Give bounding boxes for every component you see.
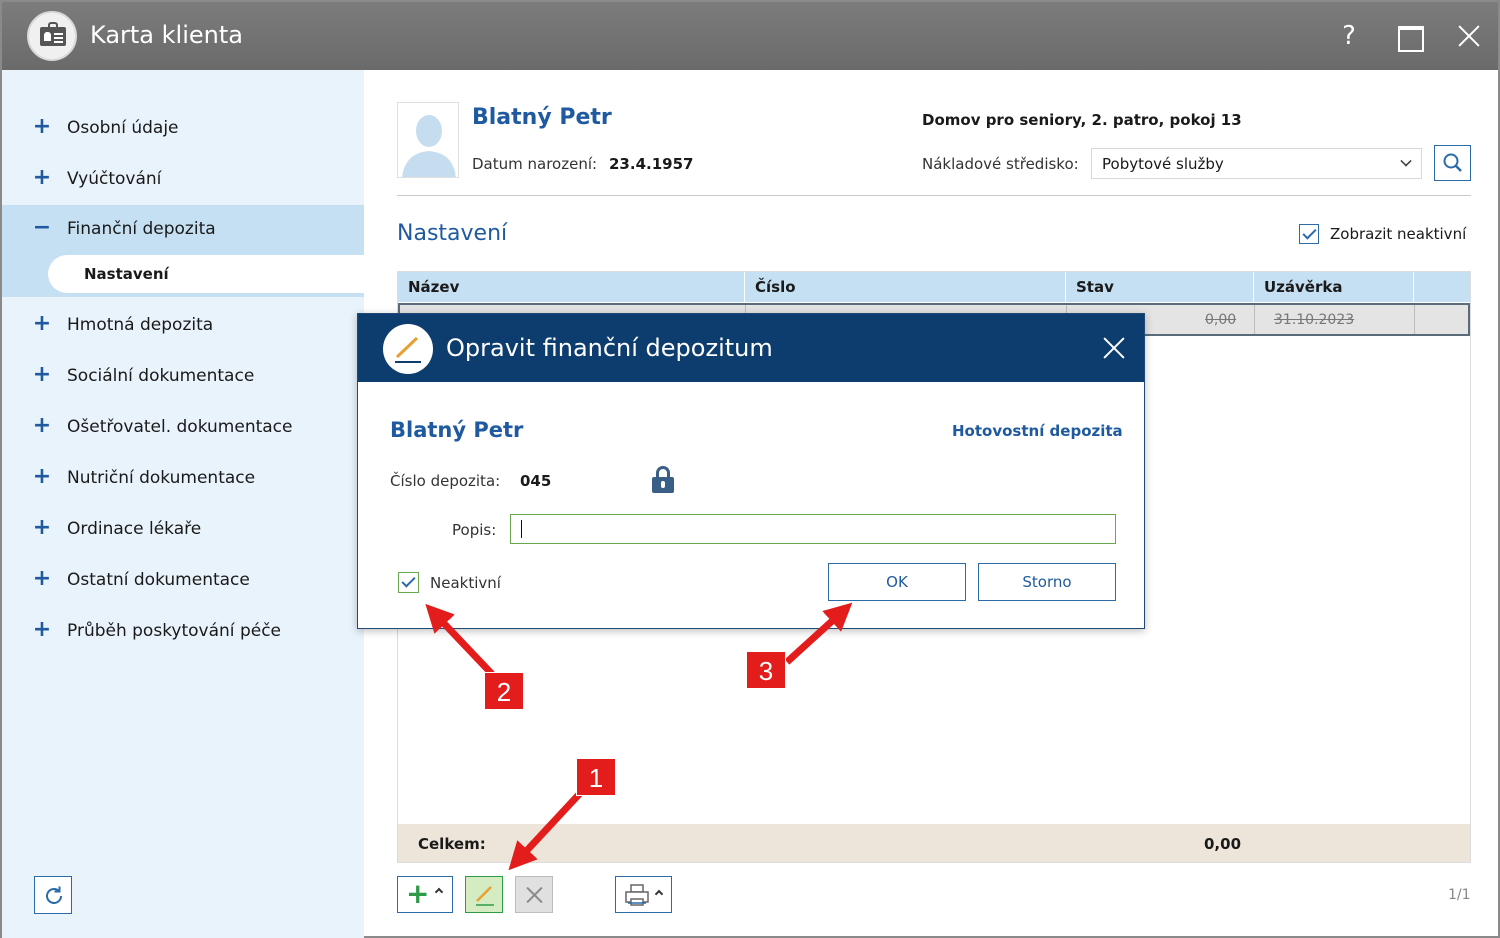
arrow-1 xyxy=(508,786,587,871)
callout-2: 2 xyxy=(484,672,524,710)
callout-arrows xyxy=(425,602,853,871)
callout-1: 1 xyxy=(576,758,616,796)
arrow-3 xyxy=(784,602,853,665)
client-card-window: Karta klienta ? + Osobní údaje + Vyúčtov… xyxy=(0,0,1500,938)
arrow-2 xyxy=(425,603,495,677)
callout-3: 3 xyxy=(746,651,786,689)
